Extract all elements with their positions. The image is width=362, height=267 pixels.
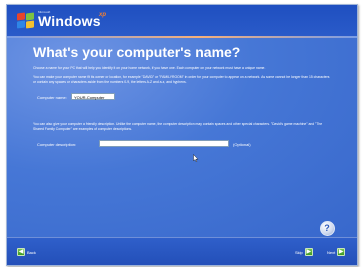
brand-name: Windows (38, 13, 101, 29)
skip-arrow-icon[interactable]: ▶ (304, 248, 313, 256)
skip-label[interactable]: Skip (295, 250, 303, 255)
skip-button[interactable]: Skip ▶ (295, 248, 313, 256)
computer-name-label: Computer name: (37, 95, 67, 100)
help-icon[interactable]: ? (319, 221, 335, 236)
next-label[interactable]: Next (327, 250, 335, 255)
next-button[interactable]: Next ▶ (327, 248, 346, 256)
header-bar: Microsoft Windows xp (7, 5, 357, 36)
main-content: What's your computer's name? Choose a na… (7, 38, 357, 246)
mouse-pointer-icon (193, 154, 199, 162)
back-button[interactable]: ◀ Back (17, 248, 36, 256)
back-label[interactable]: Back (27, 250, 36, 255)
navigation-bar: ◀ Back Skip ▶ Next ▶ (7, 237, 357, 265)
intro-text: Choose a name for your PC that will help… (33, 66, 266, 70)
next-arrow-icon[interactable]: ▶ (337, 248, 346, 256)
description-intro-text: You can also give your computer a friend… (33, 122, 323, 131)
computer-name-field[interactable]: YOUR-Computer (71, 93, 115, 100)
brand-suffix: xp (99, 12, 107, 18)
windows-flag-icon (17, 12, 35, 29)
back-arrow-icon[interactable]: ◀ (17, 248, 25, 256)
optional-label: (Optional) (233, 142, 251, 147)
computer-description-field[interactable] (99, 140, 229, 147)
windows-logo: Microsoft Windows xp (17, 10, 137, 32)
page-title: What's your computer's name? (33, 44, 241, 60)
computer-description-label: Computer description: (37, 142, 77, 147)
oobe-window: Microsoft Windows xp What's your compute… (6, 4, 358, 266)
instructions-text: You can make your computer name fit its … (33, 75, 330, 84)
